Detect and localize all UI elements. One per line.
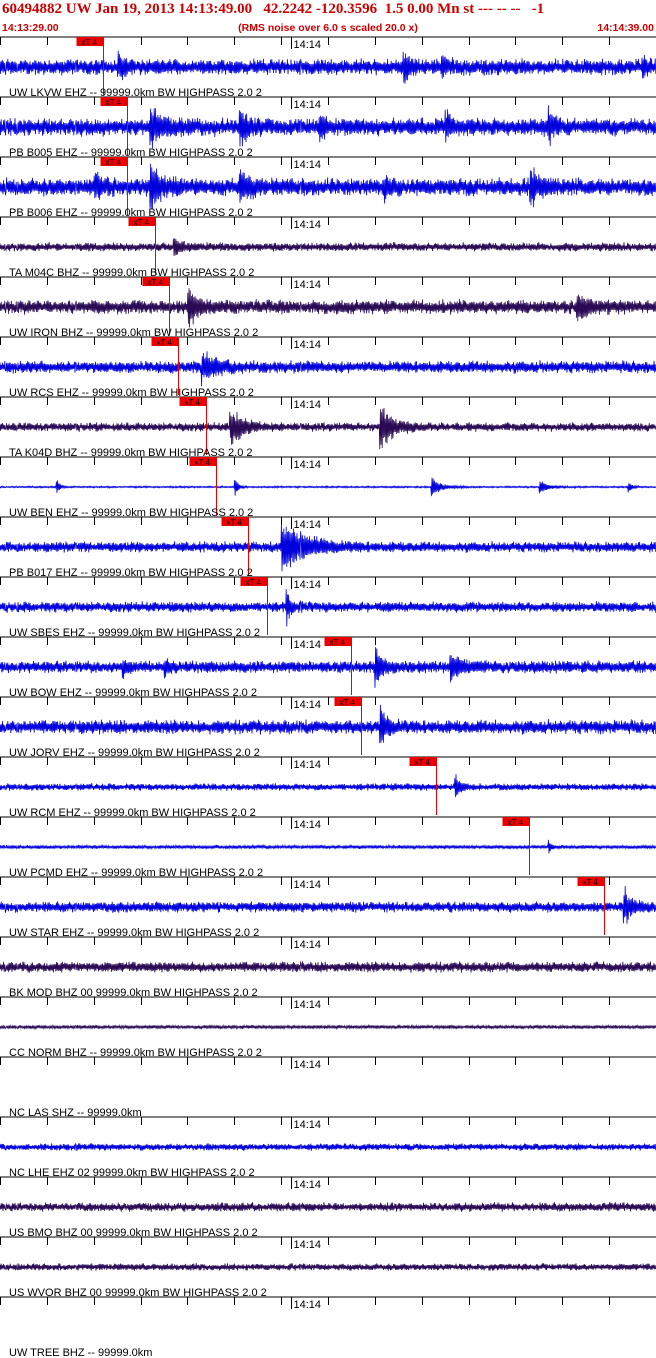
waveform-trace bbox=[0, 407, 656, 450]
minute-tick-label: 14:14 bbox=[294, 879, 322, 891]
waveform-trace bbox=[0, 1023, 656, 1031]
waveform-trace bbox=[0, 839, 656, 854]
pick-label: xT 4 bbox=[185, 398, 201, 407]
minute-tick-label: 14:14 bbox=[294, 159, 322, 171]
pick-label: xT 4 bbox=[583, 878, 599, 887]
minute-tick-label: 14:14 bbox=[294, 1059, 322, 1071]
waveform-trace bbox=[0, 704, 656, 744]
pick-label: xT 4 bbox=[330, 638, 346, 647]
minute-tick-label: 14:14 bbox=[294, 639, 322, 651]
minute-tick-label: 14:14 bbox=[294, 99, 322, 111]
minute-tick-label: 14:14 bbox=[294, 579, 322, 591]
waveform-trace bbox=[0, 647, 656, 688]
pick-label: xT 4 bbox=[508, 818, 524, 827]
minute-tick-label: 14:14 bbox=[294, 1299, 322, 1311]
minute-tick-label: 14:14 bbox=[294, 819, 322, 831]
minute-tick-label: 14:14 bbox=[294, 279, 322, 291]
minute-tick-label: 14:14 bbox=[294, 1119, 322, 1131]
minute-tick-label: 14:14 bbox=[294, 939, 322, 951]
waveform-trace bbox=[0, 1202, 656, 1212]
minute-tick-label: 14:14 bbox=[294, 519, 322, 531]
minute-tick-label: 14:14 bbox=[294, 1239, 322, 1251]
waveform-trace bbox=[0, 288, 656, 328]
pick-label: xT 4 bbox=[157, 338, 173, 347]
pick-label: xT 4 bbox=[106, 98, 122, 107]
pick-label: xT 4 bbox=[195, 458, 211, 467]
minute-tick-label: 14:14 bbox=[294, 459, 322, 471]
minute-tick-label: 14:14 bbox=[294, 999, 322, 1011]
minute-tick-label: 14:14 bbox=[294, 399, 322, 411]
waveform-trace bbox=[0, 774, 656, 798]
pick-label: xT 4 bbox=[82, 38, 98, 47]
waveform-trace bbox=[0, 477, 656, 497]
minute-tick-label: 14:14 bbox=[294, 759, 322, 771]
waveform-trace bbox=[0, 50, 656, 84]
waveform-trace bbox=[0, 885, 656, 924]
seismogram-plot: 14:14xT 4UW LKVW EHZ -- 99999.0km BW HIG… bbox=[0, 36, 656, 1358]
pick-label: xT 4 bbox=[340, 698, 356, 707]
pick-label: xT 4 bbox=[415, 758, 431, 767]
pick-label: xT 4 bbox=[227, 518, 243, 527]
waveform-trace bbox=[0, 1263, 656, 1271]
waveform-trace bbox=[0, 961, 656, 973]
waveform-trace bbox=[0, 523, 656, 572]
pick-label: xT 4 bbox=[246, 578, 262, 587]
pick-label: xT 4 bbox=[134, 218, 150, 227]
pick-label: xT 4 bbox=[106, 158, 122, 167]
minute-tick-label: 14:14 bbox=[294, 1179, 322, 1191]
minute-tick-label: 14:14 bbox=[294, 219, 322, 231]
minute-tick-label: 14:14 bbox=[294, 39, 322, 51]
waveform-trace bbox=[0, 351, 656, 387]
waveform-trace bbox=[0, 105, 656, 149]
pick-label: xT 4 bbox=[148, 278, 164, 287]
minute-tick-label: 14:14 bbox=[294, 339, 322, 351]
waveform-trace bbox=[0, 163, 656, 209]
waveform-trace bbox=[0, 1142, 656, 1151]
waveform-trace bbox=[0, 589, 656, 627]
waveform-trace bbox=[0, 238, 656, 256]
station-label: UW TREE BHZ -- 99999.0km bbox=[9, 1347, 152, 1358]
minute-tick-label: 14:14 bbox=[294, 699, 322, 711]
